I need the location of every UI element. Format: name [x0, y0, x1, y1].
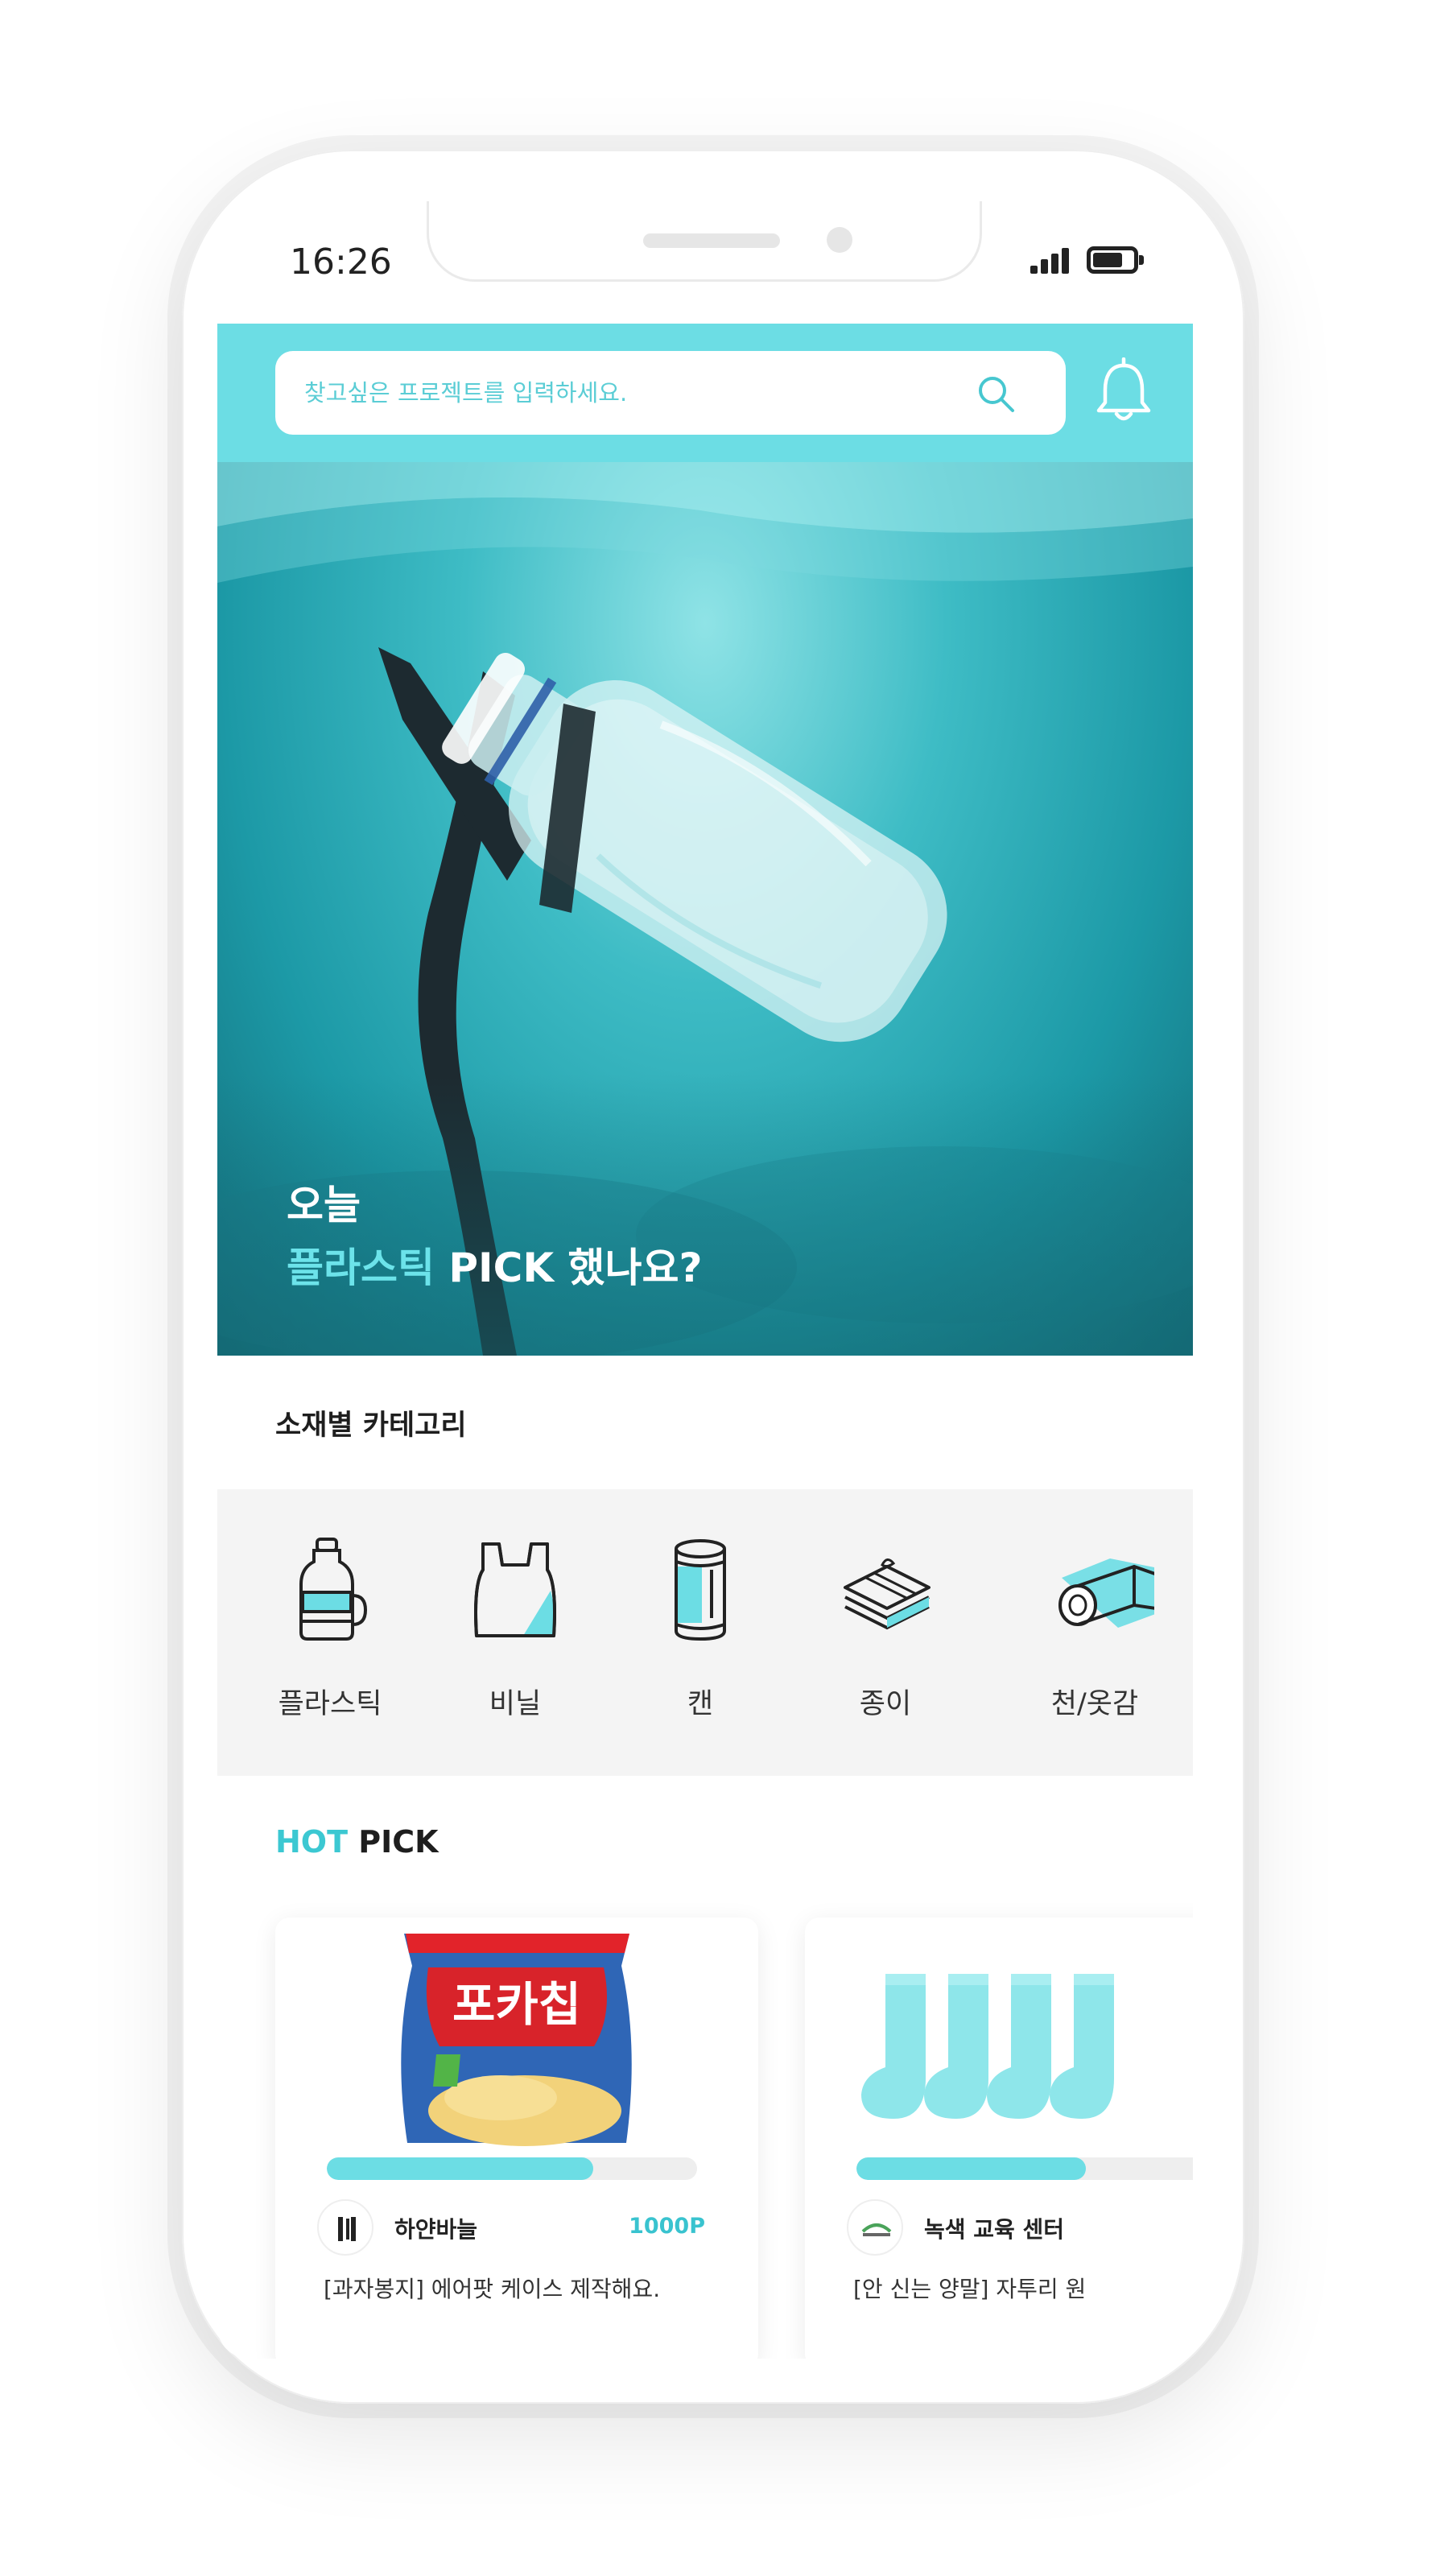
speaker	[643, 233, 780, 248]
hero-line1: 오늘	[287, 1182, 361, 1228]
project-card[interactable]: 포카칩 하얀바늘 1000P [과자봉지] 에어팟 케이스 제작해요.	[275, 1918, 758, 2359]
bell-icon[interactable]	[1091, 357, 1156, 425]
project-card[interactable]: 녹색 교육 센터 90 [안 신는 양말] 자투리 원	[805, 1918, 1193, 2359]
category-list: 플라스틱 비닐 캔 종이 천/옷감	[217, 1489, 1193, 1776]
app-header	[217, 324, 1193, 462]
category-item-can[interactable]: 캔	[628, 1538, 773, 1739]
category-item-plastic[interactable]: 플라스틱	[258, 1538, 402, 1739]
paper-stack-icon	[844, 1558, 931, 1630]
svg-text:포카칩: 포카칩	[452, 1977, 581, 2032]
project-description: [안 신는 양말] 자투리 원	[853, 2276, 1087, 2302]
app-screen: 16:26 찾고싶은 프로젝트를 입력하세요. 오늘 플라스틱 PICK 했나요…	[217, 201, 1193, 2359]
hot-pick-title: HOT PICK	[275, 1824, 439, 1860]
project-description: [과자봉지] 에어팟 케이스 제작해요.	[324, 2276, 661, 2302]
battery-icon	[1087, 246, 1144, 274]
category-label: 캔	[687, 1688, 714, 1720]
socks-image	[861, 1974, 1114, 2119]
category-item-fabric[interactable]: 천/옷감	[1022, 1538, 1167, 1739]
funding-progress-bar	[327, 2157, 697, 2180]
avatar	[317, 2199, 373, 2256]
category-item-vinyl[interactable]: 비닐	[443, 1538, 588, 1739]
category-title: 소재별 카테고리	[275, 1410, 467, 1442]
hero-accent-word: 플라스틱	[287, 1245, 435, 1291]
can-icon	[675, 1539, 726, 1641]
progress-fill	[856, 2157, 1087, 2180]
vinyl-bag-icon	[474, 1542, 556, 1637]
status-time: 16:26	[290, 242, 392, 283]
snack-bag-image: 포카칩	[401, 1934, 632, 2146]
org-name: 녹색 교육 센터	[924, 2216, 1065, 2243]
phone-notch	[427, 201, 982, 282]
category-label: 비닐	[489, 1688, 542, 1720]
category-label: 천/옷감	[1050, 1688, 1139, 1720]
category-header: 소재별 카테고리	[217, 1356, 1193, 1489]
hero-headline: 오늘 플라스틱 PICK 했나요?	[287, 1174, 703, 1299]
org-row: 하얀바늘 1000P	[317, 2199, 752, 2256]
fabric-roll-icon	[1058, 1558, 1154, 1628]
hero-line2: PICK 했나요?	[435, 1245, 703, 1291]
search-bar	[275, 351, 1066, 435]
org-row: 녹색 교육 센터 90	[847, 2199, 1193, 2256]
search-icon[interactable]	[976, 374, 1016, 414]
signal-icon	[1030, 248, 1071, 274]
progress-fill	[327, 2157, 594, 2180]
status-bar: 16:26	[217, 201, 1193, 324]
category-label: 종이	[859, 1688, 912, 1720]
search-input[interactable]	[304, 351, 964, 435]
category-item-paper[interactable]: 종이	[813, 1538, 958, 1739]
front-camera	[827, 227, 852, 253]
hot-pick-section: HOT PICK 포카칩 하얀바늘 1000P [과자봉지] 에어팟 케이스 제…	[217, 1776, 1193, 2359]
plastic-bottle-icon	[299, 1538, 368, 1641]
org-name: 하얀바늘	[394, 2216, 478, 2243]
hero-banner[interactable]: 오늘 플라스틱 PICK 했나요?	[217, 462, 1193, 1356]
points-badge: 1000P	[629, 2214, 705, 2239]
avatar	[847, 2199, 903, 2256]
category-label: 플라스틱	[278, 1688, 382, 1720]
funding-progress-bar	[856, 2157, 1193, 2180]
